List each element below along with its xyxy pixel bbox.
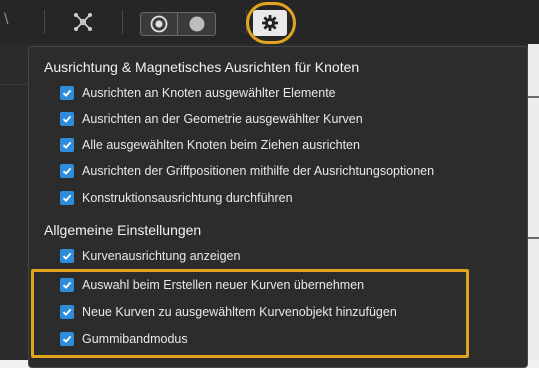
snapping-options-popup: Ausrichtung & Magnetisches Ausrichten fü…: [28, 46, 528, 368]
checkmark-icon: [62, 115, 72, 123]
option-label: Alle ausgewählten Knoten beim Ziehen aus…: [82, 138, 360, 152]
segment-ring-button[interactable]: [140, 12, 178, 36]
option-label: Ausrichten an Knoten ausgewählter Elemen…: [82, 86, 336, 100]
checkbox[interactable]: [60, 191, 74, 205]
option-label: Konstruktionsausrichtung durchführen: [82, 191, 293, 205]
section-title-general: Allgemeine Einstellungen: [44, 222, 202, 238]
toolbar-edge-glyph: \: [4, 11, 9, 28]
toolbar: \: [0, 0, 539, 44]
checkbox[interactable]: [60, 86, 74, 100]
settings-highlight-ring: [246, 2, 296, 44]
checkmark-icon: [62, 167, 72, 175]
app-window: \ Ausrichtung & Magnetisches Ausrichten …: [0, 0, 539, 368]
toolbar-separator: [44, 10, 45, 34]
disc-icon: [189, 16, 204, 32]
canvas-divider: [528, 237, 539, 239]
option-label: Kurvenausrichtung anzeigen: [82, 249, 241, 263]
option-show-curve-orientation[interactable]: Kurvenausrichtung anzeigen: [60, 246, 240, 266]
right-canvas-strip: [528, 44, 539, 368]
checkbox[interactable]: [60, 249, 74, 263]
segment-disc-button[interactable]: [178, 12, 216, 36]
node-snap-button[interactable]: [70, 10, 96, 34]
checkmark-icon: [62, 141, 72, 149]
checkbox[interactable]: [60, 112, 74, 126]
options-highlight-box: [31, 269, 469, 358]
segment-toggle-group: [140, 12, 216, 36]
option-snap-to-nodes[interactable]: Ausrichten an Knoten ausgewählter Elemen…: [60, 83, 336, 103]
option-label: Ausrichten an der Geometrie ausgewählter…: [82, 112, 363, 126]
option-snap-handles[interactable]: Ausrichten der Griffpositionen mithilfe …: [60, 161, 434, 181]
option-label: Ausrichten der Griffpositionen mithilfe …: [82, 164, 435, 178]
toolbar-separator: [122, 10, 123, 34]
section-title-snapping: Ausrichtung & Magnetisches Ausrichten fü…: [44, 59, 360, 75]
checkmark-icon: [62, 252, 72, 260]
checkbox[interactable]: [60, 164, 74, 178]
node-snap-icon: [74, 13, 92, 31]
checkmark-icon: [62, 194, 72, 202]
option-construction-snapping[interactable]: Konstruktionsausrichtung durchführen: [60, 188, 293, 208]
checkbox[interactable]: [60, 138, 74, 152]
option-snap-to-geometry[interactable]: Ausrichten an der Geometrie ausgewählter…: [60, 109, 363, 129]
canvas-divider: [528, 96, 539, 98]
option-snap-all-nodes-drag[interactable]: Alle ausgewählten Knoten beim Ziehen aus…: [60, 135, 360, 155]
ring-icon: [150, 15, 168, 33]
checkmark-icon: [62, 89, 72, 97]
